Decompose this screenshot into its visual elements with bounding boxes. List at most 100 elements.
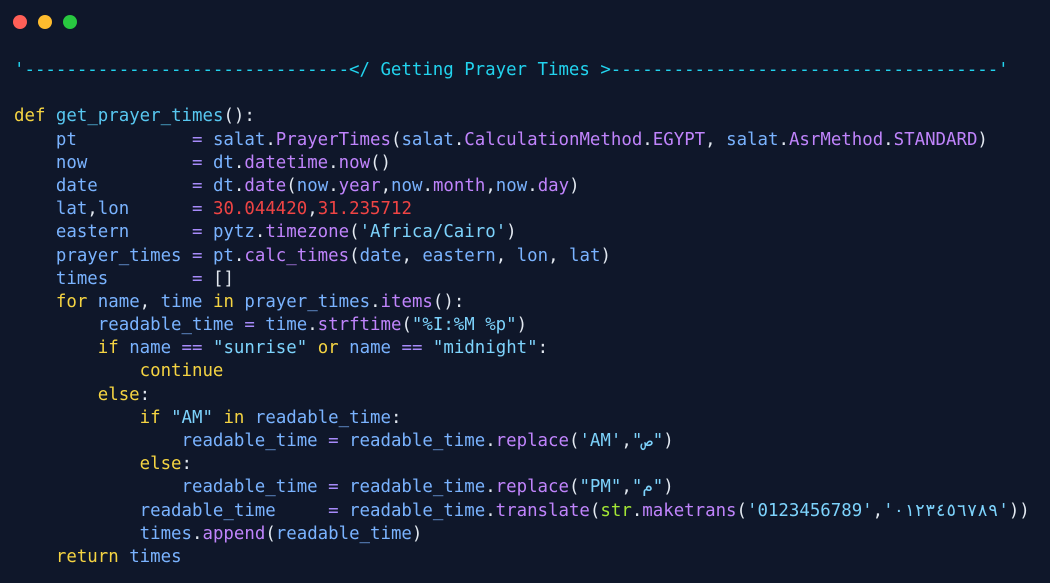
code-token-punct: . [265,129,276,150]
code-token-punct: . [233,175,245,196]
code-token-member: append [202,523,266,544]
code-token-punct: . [307,315,318,336]
code-line: pt = salat.PrayerTimes(salat.Calculation… [14,129,1030,152]
code-token-name: readable_time [14,431,329,451]
minimize-dot-icon[interactable] [38,15,52,29]
code-token-punct: , [872,500,884,521]
code-token-punct: (): [432,291,465,312]
code-token-member: day [537,175,570,196]
code-token-punct: , [621,431,632,451]
code-token-name: eastern [422,245,496,266]
code-token-member: calc_times [244,245,350,266]
code-token-punct: ) [411,523,423,544]
code-token-name: times [14,268,192,289]
code-token-member: now [338,152,371,173]
code-token-name: readable_time [244,407,391,428]
code-token-member: month [432,175,486,196]
code-token-string: 'Africa/Cairo' [359,222,507,243]
code-token-name: time [254,315,308,336]
code-token-name: pt [202,245,234,266]
code-token-punct: , [401,245,423,266]
code-token-name: pytz [202,222,255,243]
code-token-name: times [118,546,182,567]
code-token-member: datetime [244,152,329,173]
code-token-member: maketrans [642,500,737,521]
code-token-name: salat [401,129,454,150]
code-line: else: [14,453,1030,476]
code-token-name: dt [202,152,234,173]
code-token-name: name [118,338,182,359]
code-token-name: eastern [14,222,192,243]
code-token-punct: ) [516,315,528,336]
code-token-punct: ) [977,129,988,150]
code-token-name: now [296,175,329,196]
code-line: '-------------------------------</ Getti… [14,59,1030,82]
code-token-operator: = [244,315,255,336]
code-token-name: readable_time [275,523,412,544]
code-token-member: CalculationMethod [464,129,643,150]
code-token-punct: ( [589,500,601,521]
code-line: continue [14,360,1030,383]
code-window: '-------------------------------</ Getti… [0,0,1050,583]
code-token-punct: , [621,477,632,498]
code-token-member: date [244,175,287,196]
code-token-punct: . [233,245,245,266]
code-token-keyword: for [55,291,88,312]
code-token-operator: = [192,175,203,196]
code-line: prayer_times = pt.calc_times(date, easte… [14,245,1030,268]
code-token-string: "sunrise" [212,338,308,359]
code-token-punct: ( [401,315,412,336]
code-token-name [422,338,432,358]
code-token-member: items [380,291,433,312]
code-token-builtin: str [600,500,632,521]
close-dot-icon[interactable] [13,15,27,29]
code-token-name: salat [202,129,266,150]
code-token-punct: . [254,222,266,243]
code-line: times.append(readable_time) [14,523,1030,546]
code-token-name: dt [202,175,234,196]
code-token-punct: : [391,407,402,428]
code-token-punct: . [370,291,381,312]
code-token-punct: ) [663,431,674,451]
code-token-keyword: in [223,407,245,428]
code-token-name: prayer_times [233,291,371,312]
code-token-punct: )) [1008,500,1030,521]
code-token-string: "م" [631,477,664,498]
code-token-number: 31.235712 [317,199,412,220]
code-token-member: strftime [317,315,402,336]
code-token-punct: , [705,129,727,150]
code-token-name [14,361,140,381]
code-token-punct: , [307,199,318,220]
code-token-member: replace [495,477,569,498]
code-token-name: name [338,338,402,359]
code-token-operator: = [192,152,203,173]
code-token-name [45,106,55,126]
code-token-punct: ( [736,500,748,521]
code-token-member: STANDARD [893,129,978,150]
code-token-string: '0123456789' [747,500,873,521]
code-token-name: now [391,175,423,196]
maximize-dot-icon[interactable] [63,15,77,29]
code-token-member: EGYPT [652,129,706,150]
code-token-name: now [495,175,528,196]
code-token-punct: , [139,291,161,312]
code-token-punct: ( [265,523,276,544]
code-token-punct: : [181,454,193,475]
code-token-keyword: if [139,407,161,428]
code-token-operator: = [192,245,203,266]
code-token-punct: , [485,175,496,196]
code-line: for name, time in prayer_times.items(): [14,291,1030,314]
code-token-punct: . [328,152,339,173]
code-token-name [14,292,56,312]
code-token-punct: . [642,129,653,150]
code-token-punct: . [485,500,496,521]
code-token-punct: () [370,152,392,173]
code-token-string: "midnight" [432,338,538,359]
code-token-name: salat [726,129,779,150]
code-token-operator: = [192,199,203,220]
code-token-name [14,408,140,428]
code-token-operator: = [328,431,339,451]
code-token-punct: . [422,175,433,196]
code-token-name [203,338,213,358]
